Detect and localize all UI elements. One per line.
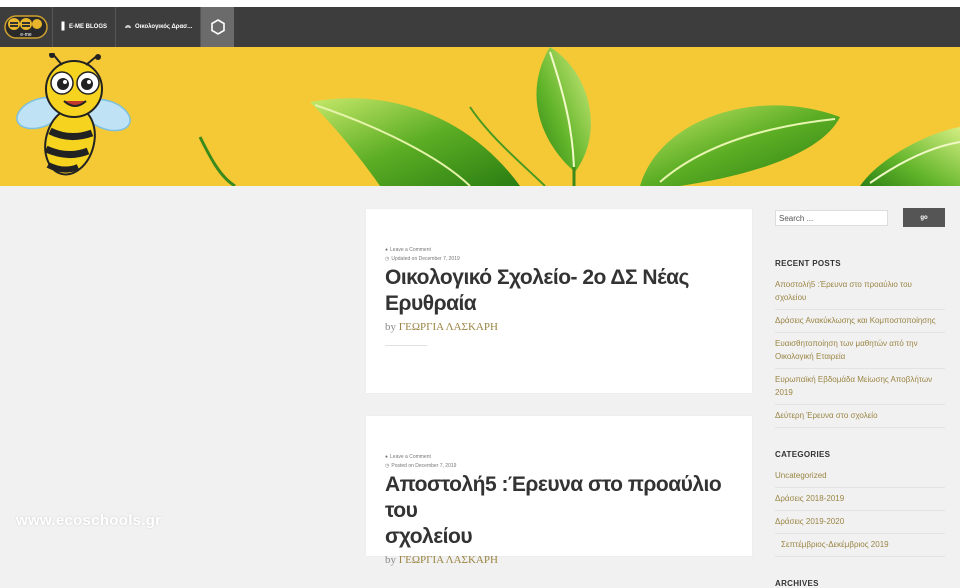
sidebar: Search ... go RECENT POSTS Αποστολή5 :Έρ… bbox=[775, 208, 945, 588]
divider bbox=[385, 345, 427, 346]
by-label: by bbox=[385, 321, 396, 333]
post-card: ● Leave a Comment ◷ Posted on December 7… bbox=[366, 416, 752, 566]
categories-list: Uncategorized Δράσεις 2018-2019 Δράσεις … bbox=[775, 465, 945, 557]
nav-item-eme-blogs[interactable]: E-ME BLOGS bbox=[53, 7, 117, 47]
leaves-illustration bbox=[198, 47, 960, 186]
recent-post-link[interactable]: Ευρωπαϊκή Εβδομάδα Μείωσης Αποβλήτων 201… bbox=[775, 369, 945, 405]
recent-post-link[interactable]: Ευαισθητοποίηση των μαθητών από την Οικο… bbox=[775, 333, 945, 369]
post-byline: by ΓΕΩΡΓΙΑ ΛΑΣΚΑΡΗ bbox=[385, 321, 735, 333]
post-byline: by ΓΕΩΡΓΙΑ ΛΑΣΚΑΡΗ bbox=[385, 554, 735, 566]
category-link[interactable]: Δράσεις 2019-2020 bbox=[775, 511, 945, 534]
comment-label: Leave a Comment bbox=[390, 246, 431, 253]
categories-title: CATEGORIES bbox=[775, 450, 831, 459]
comment-link[interactable]: ● Leave a Comment bbox=[385, 452, 735, 461]
comment-icon: ● bbox=[385, 246, 389, 253]
comment-link[interactable]: ● Leave a Comment bbox=[385, 245, 735, 254]
search-input[interactable]: Search ... bbox=[775, 209, 888, 226]
post-date: ◷ Updated on December 7, 2019 bbox=[385, 254, 735, 263]
post-title-line: Ερυθραία bbox=[385, 292, 477, 315]
bee-logo-icon: e-me bbox=[4, 15, 48, 39]
watermark-text: www.ecoschools.gr bbox=[16, 512, 162, 529]
post-title-line: Αποστολή5 :Έρευνα στο προαύλιο του bbox=[385, 473, 722, 522]
post-title-line: σχολείου bbox=[385, 525, 473, 548]
recent-post-link[interactable]: Δράσεις Ανακύκλωσης και Κομποστοποίησης bbox=[775, 310, 945, 333]
recent-posts-list: Αποστολή5 :Έρευνα στο προαύλιο του σχολε… bbox=[775, 274, 945, 428]
dashboard-icon bbox=[124, 22, 132, 32]
date-label: Updated on December 7, 2019 bbox=[391, 255, 460, 262]
recent-post-link[interactable]: Αποστολή5 :Έρευνα στο προαύλιο του σχολε… bbox=[775, 274, 945, 310]
hexagon-icon bbox=[210, 19, 225, 35]
post-date: ◷ Posted on December 7, 2019 bbox=[385, 461, 735, 470]
recent-post-link[interactable]: Δεύτερη Έρευνα στο σχολείο bbox=[775, 405, 945, 428]
site-logo-button[interactable]: e-me bbox=[0, 7, 53, 47]
category-link[interactable]: Δράσεις 2018-2019 bbox=[775, 488, 945, 511]
post-title-line: Οικολογικό Σχολείο- 2ο ΔΣ Νέας bbox=[385, 266, 689, 289]
author-link[interactable]: ΓΕΩΡΓΙΑ ΛΑΣΚΑΡΗ bbox=[399, 321, 498, 333]
nav-item-site[interactable]: Οικολογικός Δρασ... bbox=[116, 7, 202, 47]
nav-item-label: E-ME BLOGS bbox=[69, 24, 108, 30]
comment-icon: ● bbox=[385, 453, 389, 460]
by-label: by bbox=[385, 554, 396, 566]
post-title[interactable]: Αποστολή5 :Έρευνα στο προαύλιο του σχολε… bbox=[385, 472, 735, 550]
file-icon bbox=[61, 21, 66, 33]
admin-bar: e-me E-ME BLOGS Οικολογικός Δρασ... bbox=[0, 7, 960, 47]
recent-posts-title: RECENT POSTS bbox=[775, 259, 841, 268]
search-form: Search ... go bbox=[775, 208, 945, 227]
post-title[interactable]: Οικολογικό Σχολείο- 2ο ΔΣ Νέας Ερυθραία bbox=[385, 265, 735, 317]
logo-text: e-me bbox=[20, 32, 32, 38]
nav-item-label: Οικολογικός Δρασ... bbox=[135, 24, 193, 30]
category-link[interactable]: Uncategorized bbox=[775, 465, 945, 488]
date-label: Posted on December 7, 2019 bbox=[391, 462, 457, 469]
post-card: ● Leave a Comment ◷ Updated on December … bbox=[366, 209, 752, 393]
clock-icon: ◷ bbox=[385, 255, 390, 262]
bee-mascot-icon bbox=[16, 53, 131, 176]
hexagon-menu-button[interactable] bbox=[201, 7, 235, 47]
search-button[interactable]: go bbox=[903, 208, 945, 227]
clock-icon: ◷ bbox=[385, 462, 390, 469]
archives-title: ARCHIVES bbox=[775, 579, 819, 588]
author-link[interactable]: ΓΕΩΡΓΙΑ ΛΑΣΚΑΡΗ bbox=[399, 554, 498, 566]
header-banner bbox=[0, 47, 960, 186]
comment-label: Leave a Comment bbox=[390, 453, 431, 460]
